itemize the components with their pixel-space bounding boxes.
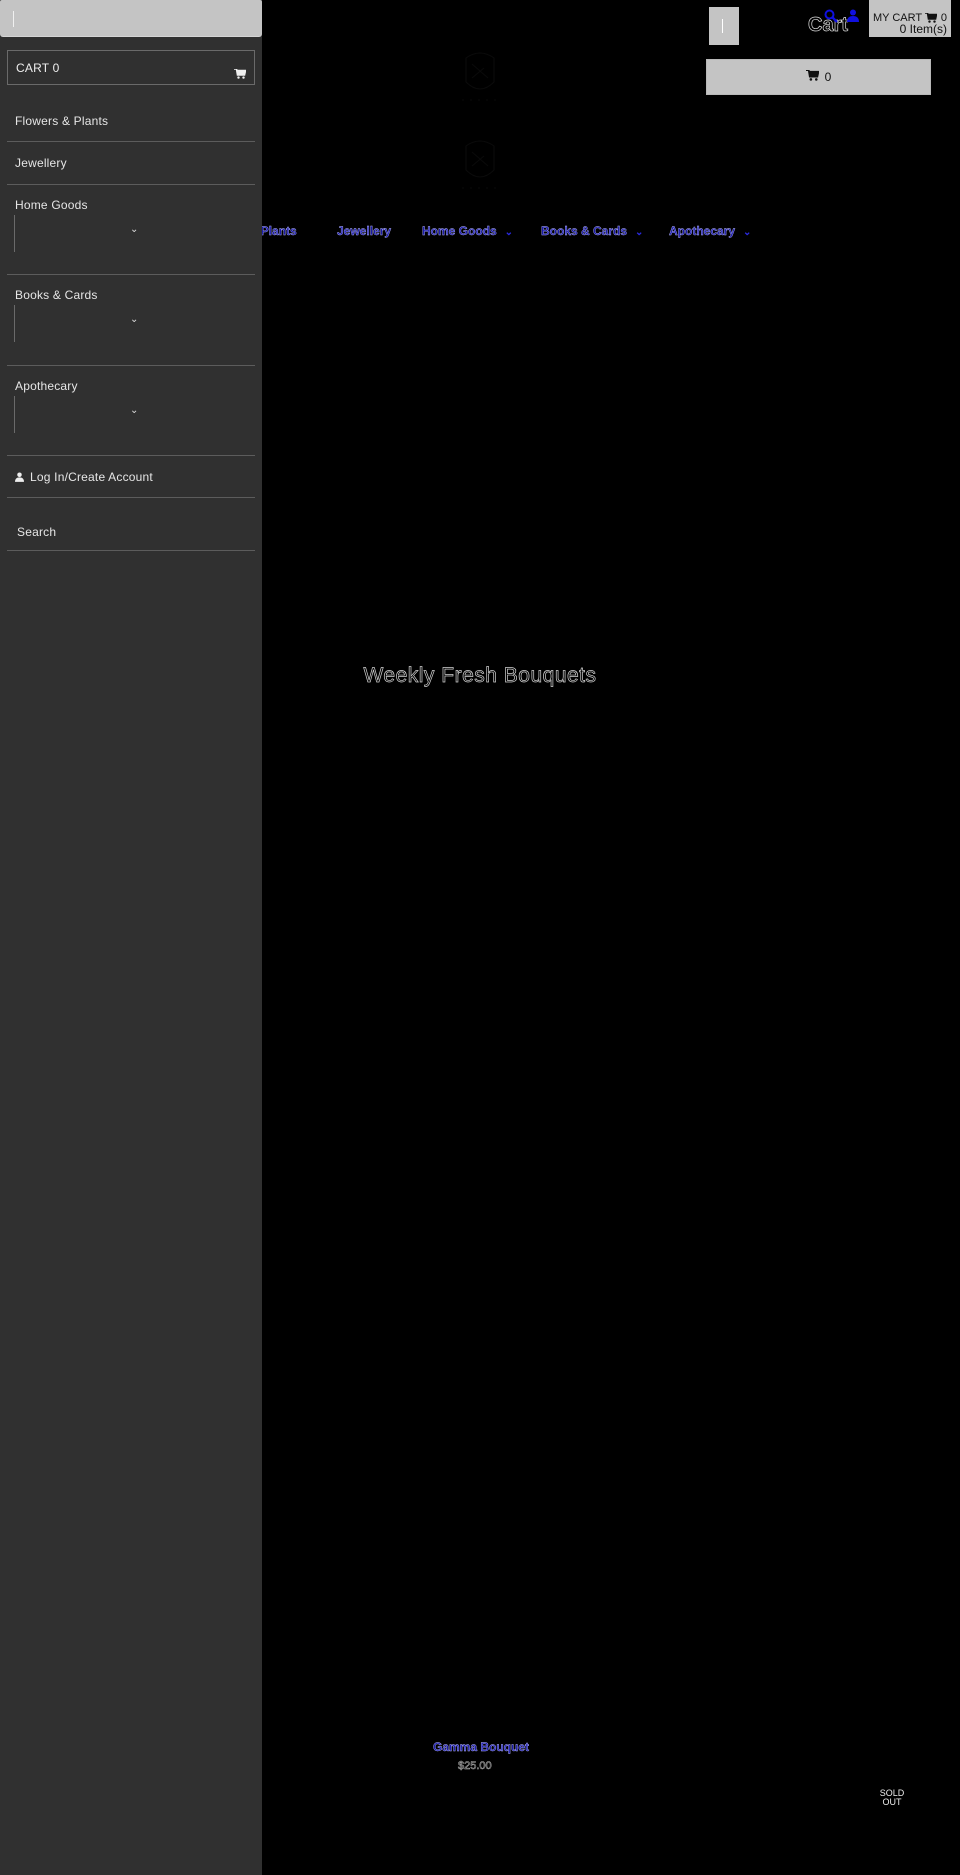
cart-button[interactable]: 0 bbox=[706, 59, 931, 95]
nav-item-books-cards[interactable]: Books & Cards ⌄ bbox=[541, 224, 644, 238]
account-label: Log In/Create Account bbox=[30, 470, 153, 484]
drawer-cart-label: CART 0 bbox=[16, 61, 60, 75]
header-search-toggle[interactable] bbox=[709, 7, 739, 45]
submenu-toggle-books-cards[interactable] bbox=[14, 305, 15, 342]
hero-title-text: Weekly Fresh Bouquets bbox=[363, 664, 597, 688]
sidebar-item-label: Home Goods bbox=[15, 198, 88, 212]
store-logo[interactable] bbox=[458, 48, 502, 104]
chevron-down-icon[interactable]: ⌄ bbox=[130, 405, 138, 416]
cart-button-count: 0 bbox=[824, 70, 832, 84]
nav-item-label: Home Goods bbox=[422, 224, 497, 238]
my-cart-widget[interactable]: MY CART 0 0 Item(s) bbox=[869, 0, 951, 37]
sidebar-item-label: Jewellery bbox=[15, 156, 67, 170]
sidebar-item-search[interactable]: Search bbox=[7, 498, 255, 551]
product-price: $25.00 bbox=[458, 1760, 492, 1773]
sidebar-item-label: Apothecary bbox=[15, 379, 78, 393]
sidebar-item-label: Books & Cards bbox=[15, 288, 98, 302]
sidebar-item-books-cards[interactable]: Books & Cards ⌄ bbox=[7, 275, 255, 366]
text-caret bbox=[13, 11, 14, 27]
drawer-cart-button[interactable]: CART 0 bbox=[7, 50, 255, 85]
sidebar-item-label: Flowers & Plants bbox=[15, 114, 109, 128]
user-icon[interactable] bbox=[847, 9, 859, 25]
cart-icon bbox=[234, 68, 247, 82]
chevron-down-icon: ⌄ bbox=[504, 227, 514, 238]
cart-icon bbox=[925, 13, 938, 23]
sidebar-item-apothecary[interactable]: Apothecary ⌄ bbox=[7, 366, 255, 456]
account-link: Log In/Create Account bbox=[15, 470, 153, 485]
drawer-search-input[interactable] bbox=[0, 0, 262, 37]
search-icon[interactable] bbox=[824, 9, 838, 26]
chevron-down-icon[interactable]: ⌄ bbox=[130, 224, 138, 235]
sidebar-search-label: Search bbox=[17, 525, 57, 539]
submenu-toggle-apothecary[interactable] bbox=[14, 396, 15, 433]
nav-item-label: Books & Cards bbox=[541, 224, 628, 238]
cart-icon bbox=[805, 69, 820, 84]
chevron-down-icon: ⌄ bbox=[635, 227, 644, 238]
sidebar-item-jewellery[interactable]: Jewellery bbox=[7, 142, 255, 185]
submenu-toggle-home-goods[interactable] bbox=[14, 215, 15, 252]
chevron-down-icon: ⌄ bbox=[743, 227, 752, 238]
sidebar-item-home-goods[interactable]: Home Goods ⌄ bbox=[7, 185, 255, 275]
product-title-link[interactable]: Gamma Bouquet bbox=[433, 1740, 529, 1754]
sold-out-badge: SOLD OUT bbox=[879, 1788, 905, 1807]
nav-item-apothecary[interactable]: Apothecary ⌄ bbox=[669, 224, 752, 238]
sidebar-drawer: CART 0 Flowers & Plants Jewellery Home G… bbox=[0, 0, 262, 1875]
nav-item-jewellery[interactable]: Jewellery bbox=[337, 224, 391, 238]
user-icon bbox=[15, 471, 24, 485]
nav-item-home-goods[interactable]: Home Goods ⌄ bbox=[422, 224, 513, 238]
nav-item-label: Apothecary bbox=[669, 224, 736, 238]
store-logo-secondary[interactable] bbox=[458, 136, 502, 192]
text-caret bbox=[722, 19, 723, 33]
sidebar-item-flowers-plants[interactable]: Flowers & Plants bbox=[7, 100, 255, 142]
chevron-down-icon[interactable]: ⌄ bbox=[130, 314, 138, 325]
my-cart-items: 0 Item(s) bbox=[899, 22, 947, 36]
sidebar-item-account[interactable]: Log In/Create Account bbox=[7, 456, 255, 498]
